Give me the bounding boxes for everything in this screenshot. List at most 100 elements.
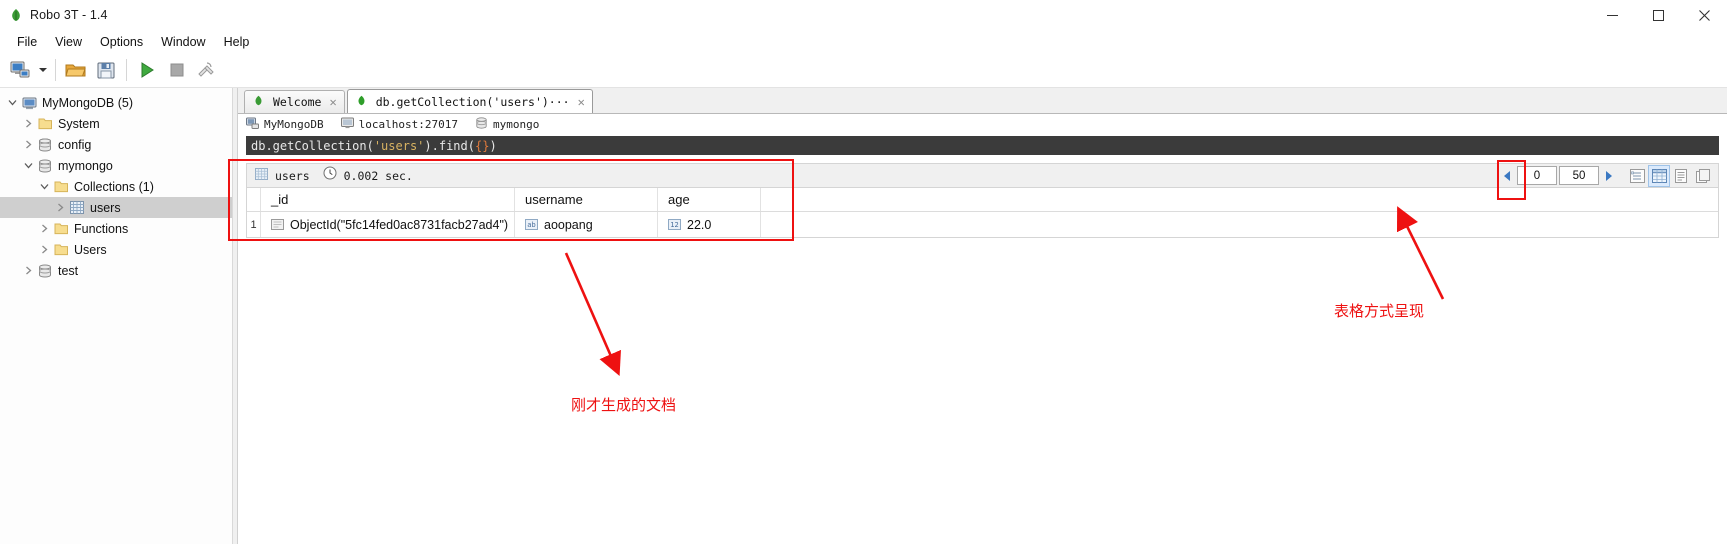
folder-icon (52, 243, 70, 256)
tree-item-label: Collections (1) (74, 179, 154, 194)
window-title: Robo 3T - 1.4 (30, 8, 108, 22)
toolbar-separator-2 (126, 59, 127, 81)
server-icon (20, 96, 38, 110)
result-elapsed-time: 0.002 sec. (343, 168, 413, 183)
refresh-button[interactable] (192, 55, 222, 85)
window-controls (1589, 0, 1727, 31)
query-middle: ).find( (424, 138, 475, 153)
skip-input[interactable] (1517, 166, 1557, 185)
cell-id-value: ObjectId("5fc14fed0ac8731facb27ad4") (290, 217, 509, 232)
triangle-right-icon[interactable] (1601, 166, 1617, 186)
cell-username[interactable]: ab aoopang (515, 212, 658, 237)
query-editor[interactable]: db.getCollection('users').find({}) (246, 136, 1719, 155)
menu-window[interactable]: Window (152, 33, 214, 51)
maximize-button[interactable] (1635, 0, 1681, 31)
query-collection-literal: 'users' (373, 138, 425, 153)
triangle-left-icon[interactable] (1499, 166, 1515, 186)
number-icon: 12 (668, 219, 681, 230)
database-icon (475, 117, 488, 132)
minimize-button[interactable] (1589, 0, 1635, 31)
result-collection-name: users (275, 168, 310, 183)
chevron-right-icon[interactable] (20, 134, 36, 155)
column-header-id[interactable]: _id (261, 188, 515, 211)
table-row[interactable]: 1 ObjectId("5fc14fed0ac8731facb27ad4") a… (247, 212, 1718, 237)
tree-item-functions[interactable]: Functions (0, 218, 232, 239)
view-mode-custom[interactable] (1693, 166, 1713, 186)
connection-tree[interactable]: MyMongoDB (5) System config mymongo Coll… (0, 88, 233, 544)
annotation-document-note: 刚才生成的文档 (571, 396, 677, 414)
toolbar-separator-1 (55, 59, 56, 81)
menu-help[interactable]: Help (215, 33, 259, 51)
grid-icon (255, 167, 268, 185)
menu-file[interactable]: File (8, 33, 46, 51)
menu-bar: File View Options Window Help (0, 31, 1727, 53)
chevron-right-icon[interactable] (36, 239, 52, 260)
stop-button[interactable] (162, 55, 192, 85)
save-script-button[interactable] (91, 55, 121, 85)
connection-server[interactable]: MyMongoDB (246, 117, 324, 132)
app-leaf-icon (9, 8, 23, 22)
tab-welcome[interactable]: Welcome ✕ (244, 90, 345, 113)
open-script-button[interactable] (61, 55, 91, 85)
view-mode-text[interactable] (1671, 166, 1691, 186)
tab-query-users[interactable]: db.getCollection('users')··· ✕ (346, 89, 593, 113)
main-body: MyMongoDB (5) System config mymongo Coll… (0, 88, 1727, 544)
column-header-age[interactable]: age (658, 188, 761, 211)
clock-icon (323, 166, 337, 185)
close-icon[interactable]: ✕ (327, 95, 336, 109)
chevron-down-icon[interactable] (36, 176, 52, 197)
sidebar-item-label: users (90, 200, 121, 215)
execute-button[interactable] (132, 55, 162, 85)
tree-item-mymongodb[interactable]: MyMongoDB (5) (0, 92, 232, 113)
svg-text:ab: ab (527, 221, 535, 229)
connection-host-label: localhost:27017 (358, 118, 458, 131)
query-braces: {} (474, 138, 490, 153)
tree-item-label: mymongo (58, 158, 113, 173)
close-icon[interactable]: ✕ (576, 95, 585, 109)
sidebar-item-users[interactable]: users (0, 197, 232, 218)
leaf-icon (253, 95, 267, 109)
tree-item-label: Users (74, 242, 107, 257)
cell-username-value: aoopang (544, 217, 593, 232)
connection-host[interactable]: localhost:27017 (340, 117, 458, 132)
cell-age[interactable]: 12 22.0 (658, 212, 761, 237)
chevron-down-icon[interactable] (4, 92, 20, 113)
query-pane: Welcome ✕ db.getCollection('users')··· ✕ (238, 88, 1727, 544)
connect-button[interactable] (6, 55, 36, 85)
close-button[interactable] (1681, 0, 1727, 31)
objectid-icon (271, 219, 284, 230)
tab-strip: Welcome ✕ db.getCollection('users')··· ✕ (238, 88, 1727, 114)
tree-item-label: System (58, 116, 100, 131)
limit-input[interactable] (1559, 166, 1599, 185)
connection-server-label: MyMongoDB (264, 118, 324, 131)
tree-item-users-folder[interactable]: Users (0, 239, 232, 260)
tree-item-mymongo[interactable]: mymongo (0, 155, 232, 176)
chevron-right-icon[interactable] (20, 113, 36, 134)
connect-dropdown[interactable] (36, 55, 50, 85)
view-mode-table[interactable] (1648, 164, 1670, 187)
chevron-right-icon[interactable] (20, 260, 36, 281)
folder-icon (52, 180, 70, 193)
row-number: 1 (247, 212, 261, 237)
database-icon (36, 138, 54, 152)
tree-item-collections[interactable]: Collections (1) (0, 176, 232, 197)
tree-item-label: config (58, 137, 92, 152)
tree-item-system[interactable]: System (0, 113, 232, 134)
menu-view[interactable]: View (46, 33, 91, 51)
computer-icon (246, 117, 259, 132)
tree-item-test[interactable]: test (0, 260, 232, 281)
chevron-down-icon[interactable] (20, 155, 36, 176)
chevron-right-icon[interactable] (52, 197, 68, 218)
connection-database[interactable]: mymongo (475, 117, 539, 132)
cell-id[interactable]: ObjectId("5fc14fed0ac8731facb27ad4") (261, 212, 515, 237)
view-mode-tree[interactable] (1627, 166, 1647, 186)
menu-options[interactable]: Options (91, 33, 152, 51)
chevron-right-icon[interactable] (36, 218, 52, 239)
tab-label: Welcome (273, 95, 322, 109)
tree-item-label: MyMongoDB (5) (42, 95, 133, 110)
column-header-username[interactable]: username (515, 188, 658, 211)
folder-icon (52, 222, 70, 235)
title-bar-left: Robo 3T - 1.4 (0, 8, 108, 22)
tree-item-config[interactable]: config (0, 134, 232, 155)
folder-icon (36, 117, 54, 130)
